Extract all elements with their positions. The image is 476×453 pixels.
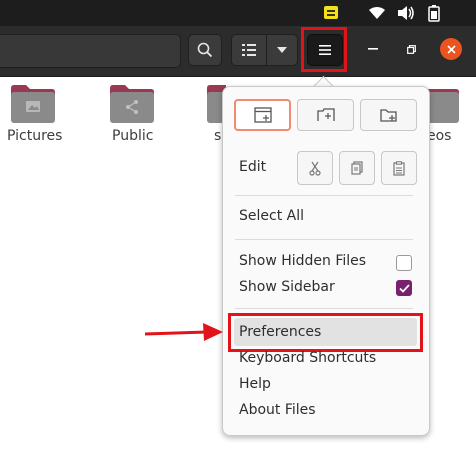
paste-button[interactable] xyxy=(381,151,417,185)
public-folder-icon xyxy=(110,85,154,123)
preferences-highlight xyxy=(228,313,423,352)
search-icon xyxy=(197,42,213,58)
select-all-item[interactable]: Select All xyxy=(239,208,304,224)
keyboard-shortcuts-item[interactable]: Keyboard Shortcuts xyxy=(239,350,376,366)
list-view-icon xyxy=(242,44,256,56)
show-sidebar-checkbox[interactable] xyxy=(396,280,412,296)
red-arrow-annotation xyxy=(144,323,223,341)
show-sidebar-item[interactable]: Show Sidebar xyxy=(239,279,335,295)
new-window-button[interactable] xyxy=(234,99,291,131)
copy-icon xyxy=(351,161,363,175)
sticky-note-icon[interactable] xyxy=(324,6,338,19)
pictures-folder-icon xyxy=(11,85,55,123)
folder-label-public: Public xyxy=(112,128,154,144)
folder-partial-videos[interactable] xyxy=(428,84,460,128)
battery-icon[interactable] xyxy=(428,5,440,22)
view-toggle-button[interactable] xyxy=(231,34,267,66)
cut-button[interactable] xyxy=(297,151,333,185)
help-item[interactable]: Help xyxy=(239,376,271,392)
new-folder-button[interactable] xyxy=(360,99,417,131)
folder-icon xyxy=(428,89,459,123)
menu-separator xyxy=(235,239,413,240)
paste-icon xyxy=(393,160,405,176)
about-files-item[interactable]: About Files xyxy=(239,402,316,418)
minimize-icon xyxy=(368,48,378,50)
folder-public[interactable] xyxy=(109,84,155,128)
new-folder-icon xyxy=(379,108,397,122)
path-bar[interactable] xyxy=(0,34,181,68)
wifi-icon[interactable] xyxy=(368,5,386,21)
menu-button-highlight xyxy=(301,27,347,72)
folder-label-partial-2: eos xyxy=(427,128,452,144)
menu-separator xyxy=(235,308,413,309)
new-window-icon xyxy=(253,107,272,123)
minimize-button[interactable] xyxy=(366,42,380,56)
show-hidden-files-item[interactable]: Show Hidden Files xyxy=(239,253,366,269)
maximize-icon xyxy=(406,44,416,54)
copy-button[interactable] xyxy=(339,151,375,185)
folder-pictures[interactable] xyxy=(10,84,56,128)
folder-label-partial-1: s xyxy=(214,128,222,144)
menu-separator xyxy=(235,195,413,196)
search-button[interactable] xyxy=(188,34,222,66)
show-hidden-files-checkbox[interactable] xyxy=(396,255,412,271)
volume-icon[interactable] xyxy=(397,5,415,21)
cut-icon xyxy=(309,161,321,176)
checkmark-icon xyxy=(398,283,410,293)
close-icon xyxy=(446,44,456,54)
chevron-down-icon xyxy=(277,47,287,53)
view-options-button[interactable] xyxy=(266,34,298,66)
edit-label: Edit xyxy=(239,159,267,175)
new-tab-button[interactable] xyxy=(297,99,354,131)
folder-label-pictures: Pictures xyxy=(7,128,63,144)
close-button[interactable] xyxy=(440,38,462,60)
maximize-button[interactable] xyxy=(404,42,418,56)
top-system-bar xyxy=(0,0,476,26)
new-tab-icon xyxy=(316,108,335,121)
